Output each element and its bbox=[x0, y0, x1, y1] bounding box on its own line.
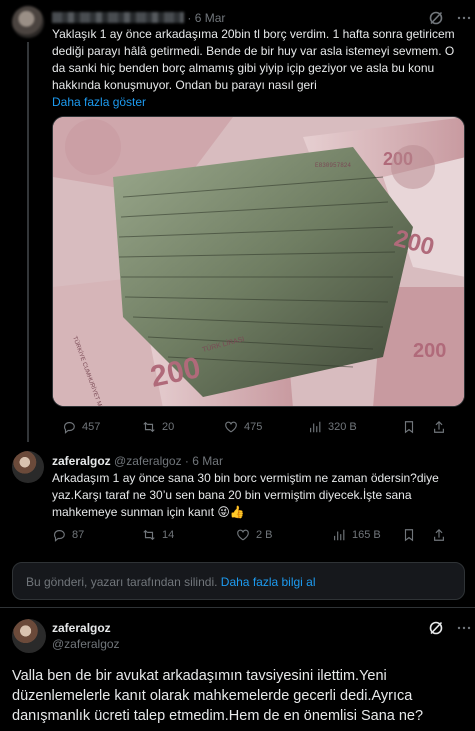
bookmark-button[interactable] bbox=[402, 418, 416, 436]
share-button[interactable] bbox=[432, 418, 446, 436]
learn-more-link[interactable]: Daha fazla bilgi al bbox=[221, 575, 316, 589]
author-handle[interactable]: @zaferalgoz bbox=[114, 454, 182, 468]
note-value-label: 200 bbox=[413, 340, 446, 362]
tweet-actions: 87 14 2 B 165 B bbox=[52, 526, 465, 544]
reply-icon bbox=[53, 530, 65, 542]
retweet-icon bbox=[143, 529, 155, 541]
more-icon[interactable] bbox=[456, 620, 472, 641]
author-row: zaferalgoz @zaferalgoz bbox=[52, 620, 120, 652]
author-name[interactable]: zaferalgoz bbox=[52, 454, 111, 468]
avatar[interactable] bbox=[12, 619, 46, 653]
blurred-author-name bbox=[52, 12, 184, 23]
like-icon bbox=[237, 529, 249, 541]
author-name[interactable]: zaferalgoz bbox=[52, 621, 111, 635]
share-icon bbox=[434, 420, 444, 433]
like-button[interactable]: 475 bbox=[224, 418, 262, 436]
note-serial: E830957824 bbox=[315, 162, 351, 169]
bookmark-icon bbox=[404, 529, 414, 542]
tweet-photo-banknotes[interactable]: 200 200 200 200 E830957824 TÜRK LİRASI T… bbox=[52, 116, 465, 407]
tweet-date[interactable]: 6 Mar bbox=[195, 11, 226, 25]
share-icon bbox=[434, 528, 444, 541]
retweet-icon bbox=[143, 421, 155, 433]
avatar[interactable] bbox=[12, 451, 44, 483]
tweet-date[interactable]: 6 Mar bbox=[192, 454, 223, 468]
tweet-top-actions bbox=[428, 620, 472, 641]
views-button[interactable]: 320 B bbox=[308, 418, 357, 436]
reply-button[interactable]: 87 bbox=[52, 526, 84, 544]
thread-line bbox=[27, 42, 29, 442]
emoji: 😜👍 bbox=[217, 505, 245, 519]
tweet-text: Arkadaşım 1 ay önce sana 30 bin borc ver… bbox=[52, 471, 439, 519]
tweet-original[interactable]: · 6 Mar Yaklaşık 1 ay önce arkadaşıma 20… bbox=[0, 0, 475, 442]
reply-icon bbox=[63, 422, 75, 434]
tweet-text: Valla ben de bir avukat arkadaşımın tavs… bbox=[12, 668, 424, 724]
views-icon bbox=[310, 421, 321, 433]
retweet-button[interactable]: 20 bbox=[142, 418, 174, 436]
author-handle[interactable]: @zaferalgoz bbox=[52, 637, 120, 651]
views-button[interactable]: 165 B bbox=[332, 526, 381, 544]
author-row: · 6 Mar bbox=[52, 10, 225, 26]
tweet-actions: 457 20 475 320 B bbox=[52, 418, 465, 436]
banknote-image: 200 200 200 200 E830957824 TÜRK LİRASI T… bbox=[53, 117, 464, 406]
tweet-text: Yaklaşık 1 ay önce arkadaşıma 20bin tl b… bbox=[52, 27, 455, 109]
retweet-button[interactable]: 14 bbox=[142, 526, 174, 544]
like-button[interactable]: 2 B bbox=[236, 526, 273, 544]
bookmark-icon bbox=[404, 421, 414, 434]
reply-button[interactable]: 457 bbox=[62, 418, 100, 436]
deleted-post-notice: Bu gönderi, yazarı tarafından silindi. D… bbox=[12, 562, 465, 600]
show-more-link[interactable]: Daha fazla göster bbox=[52, 95, 146, 109]
avatar[interactable] bbox=[12, 6, 44, 38]
bookmark-button[interactable] bbox=[402, 526, 416, 544]
tweet-reply[interactable]: zaferalgoz @zaferalgoz · 6 Mar Arkadaşım… bbox=[0, 446, 475, 556]
share-button[interactable] bbox=[432, 526, 446, 544]
author-row: zaferalgoz @zaferalgoz · 6 Mar bbox=[52, 454, 223, 468]
like-icon bbox=[225, 421, 237, 433]
grok-icon[interactable] bbox=[428, 620, 444, 641]
views-icon bbox=[334, 529, 345, 541]
